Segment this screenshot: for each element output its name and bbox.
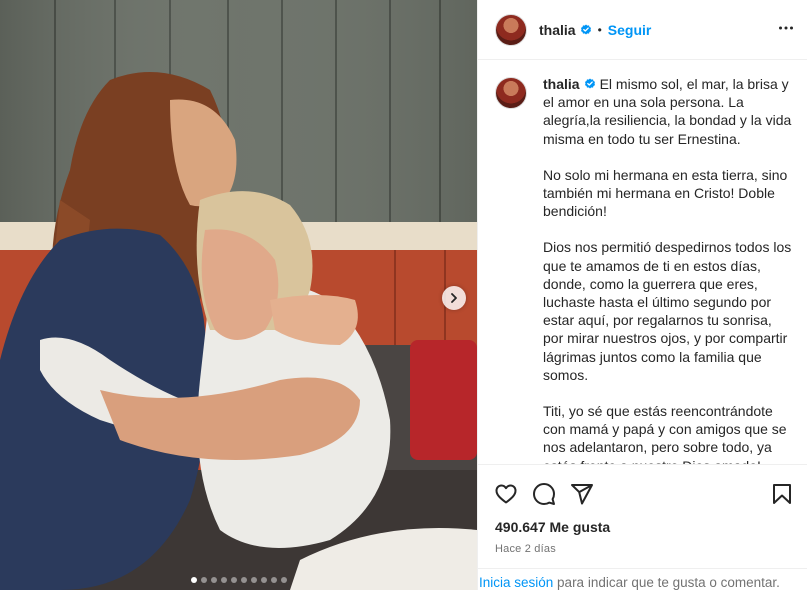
caption-paragraph: No solo mi hermana en esta tierra, sino … [543, 166, 788, 220]
caption-username[interactable]: thalia [543, 76, 580, 92]
carousel-indicator [0, 577, 477, 583]
post-actions-section: 490.647 Me gusta Hace 2 días [478, 464, 807, 568]
follow-button[interactable]: Seguir [608, 22, 652, 38]
carousel-dot [240, 577, 247, 583]
more-options-icon[interactable] [778, 20, 794, 41]
carousel-next-button[interactable] [442, 286, 466, 310]
caption-avatar[interactable] [495, 77, 527, 109]
post-header: thalia • Seguir [478, 0, 807, 60]
caption-paragraph: Dios nos permitió despedirnos todos los … [543, 239, 792, 383]
login-prompt-text: para indicar que te gusta o comentar. [553, 575, 780, 590]
separator-dot: • [597, 22, 602, 37]
login-prompt: Inicia sesión para indicar que te gusta … [478, 568, 807, 590]
post-media[interactable] [0, 0, 477, 590]
bookmark-icon[interactable] [770, 482, 794, 506]
verified-badge-icon [584, 78, 596, 90]
carousel-dot [200, 577, 207, 583]
carousel-dot [250, 577, 257, 583]
carousel-dot [280, 577, 287, 583]
post-caption: thalia El mismo sol, el mar, la brisa y … [543, 75, 792, 464]
share-icon[interactable] [570, 482, 594, 506]
likes-count[interactable]: 490.647 Me gusta [478, 519, 807, 535]
carousel-dot [230, 577, 237, 583]
chevron-right-icon [451, 293, 457, 303]
post-photo [0, 0, 477, 590]
carousel-dot [220, 577, 227, 583]
carousel-dot [270, 577, 277, 583]
avatar[interactable] [495, 13, 527, 46]
heart-icon[interactable] [494, 482, 518, 506]
login-link[interactable]: Inicia sesión [479, 575, 553, 590]
username-link[interactable]: thalia [539, 22, 576, 38]
comment-icon[interactable] [532, 482, 556, 506]
post-side-panel: thalia • Seguir thalia El mismo sol, el … [477, 0, 807, 590]
caption-paragraph: thalia El mismo sol, el mar, la brisa y … [543, 75, 792, 148]
post-timestamp[interactable]: Hace 2 días [478, 543, 807, 555]
carousel-dot [210, 577, 217, 583]
caption-paragraph: Titi, yo sé que estás reencontrándote co… [543, 403, 787, 464]
carousel-dot [260, 577, 267, 583]
caption-section: thalia El mismo sol, el mar, la brisa y … [478, 61, 807, 464]
verified-badge-icon [580, 24, 592, 36]
caption-text-1: El mismo sol, el mar, la brisa y el amor… [543, 76, 792, 147]
action-bar [478, 465, 807, 509]
carousel-dot [190, 577, 197, 583]
